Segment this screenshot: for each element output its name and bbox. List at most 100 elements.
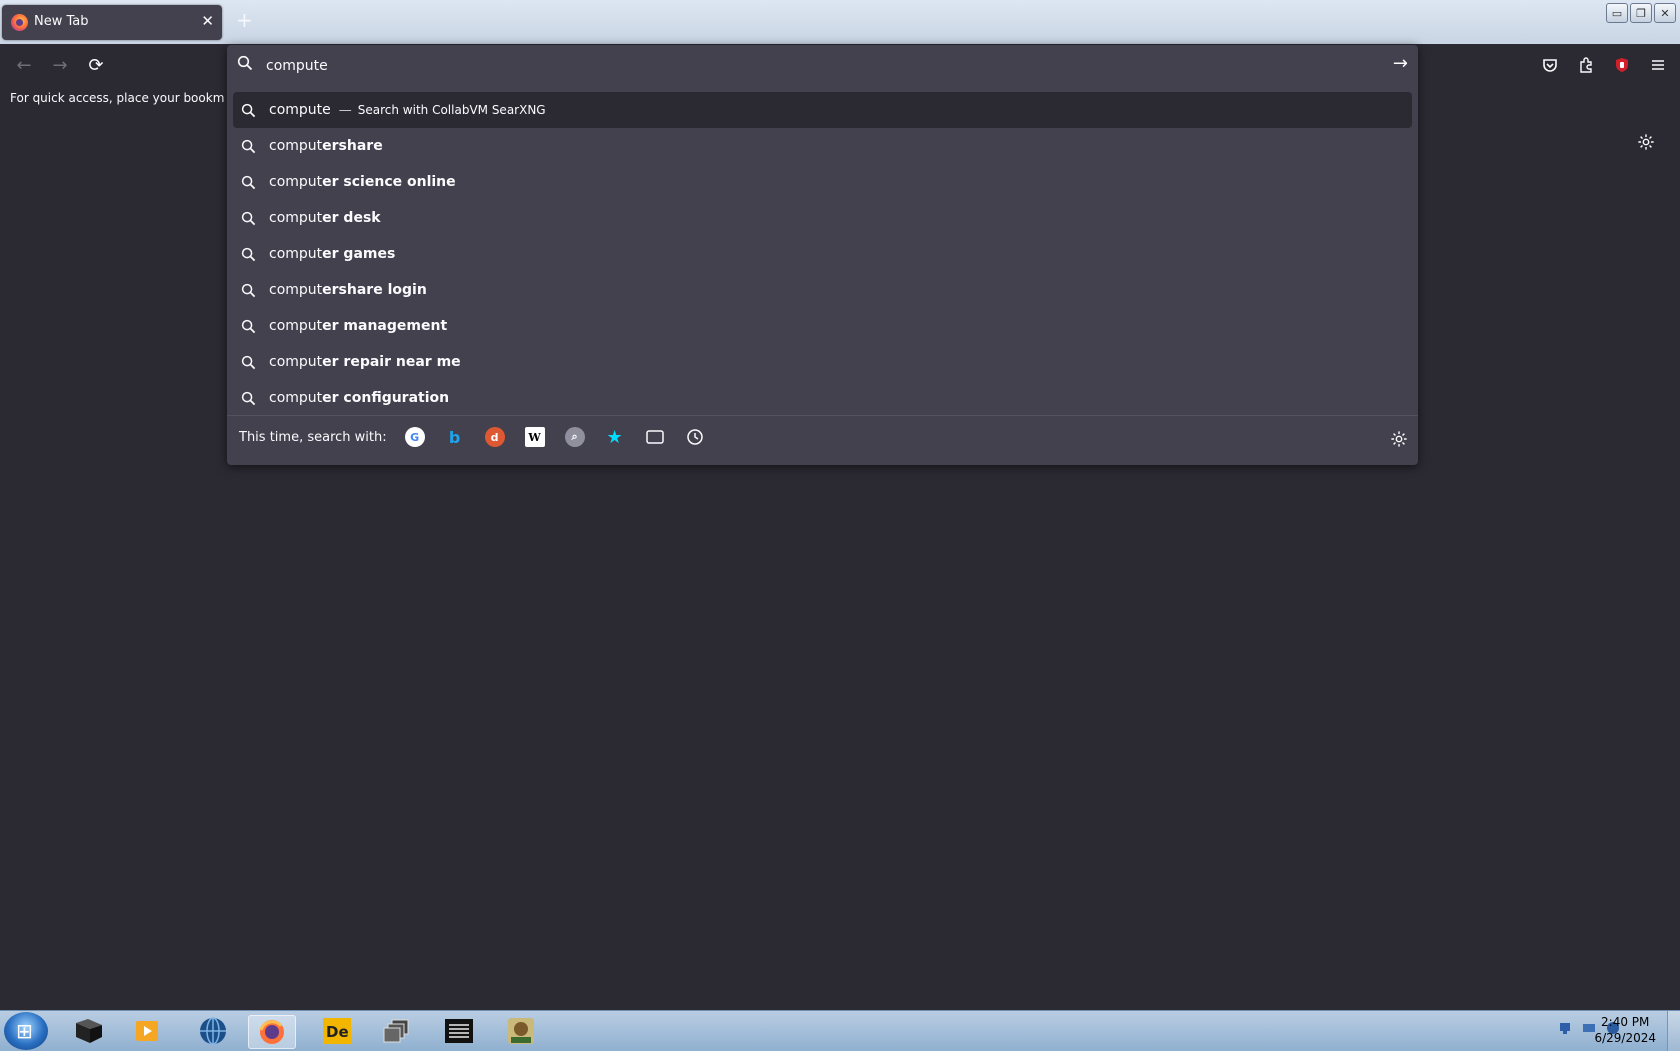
search-with-label: This time, search with:	[239, 429, 387, 445]
suggestion-typed: comput	[269, 246, 323, 262]
urlbar: →	[227, 45, 1418, 85]
ublock-icon[interactable]	[1610, 53, 1634, 77]
search-icon	[241, 175, 259, 190]
search-icon	[241, 247, 259, 262]
bing-icon[interactable]: b	[445, 427, 465, 447]
search-icon	[241, 355, 259, 370]
suggestion-action: Search with CollabVM SearXNG	[357, 103, 546, 117]
suggestion-list: compute — Search with CollabVM SearXNG comp…	[233, 92, 1412, 416]
new-tab-button[interactable]: +	[236, 8, 253, 32]
tab-close-icon[interactable]: ✕	[201, 12, 214, 30]
suggestion-row[interactable]: computershare login	[233, 272, 1412, 308]
search-icon	[241, 391, 259, 406]
search-icon	[241, 283, 259, 298]
taskbar-media-player-icon[interactable]	[124, 1015, 170, 1047]
suggestion-completion: er repair near me	[322, 354, 461, 370]
suggestion-typed: comput	[269, 318, 323, 334]
minimize-button[interactable]: ▭	[1606, 3, 1628, 23]
taskbar-de-app-icon[interactable]: De	[314, 1015, 360, 1047]
toolbar-right	[1538, 53, 1670, 77]
suggestion-row[interactable]: computer repair near me	[233, 344, 1412, 380]
taskbar-globe-icon[interactable]	[190, 1015, 236, 1047]
suggestion-text: computer desk	[269, 210, 381, 226]
bookmarks-toolbar-hint: For quick access, place your bookmarks h	[10, 91, 225, 105]
search-icon	[241, 139, 259, 154]
suggestion-typed: comput	[269, 138, 323, 154]
searxng-icon[interactable]: ⌕	[564, 427, 585, 447]
start-button[interactable]	[4, 1012, 48, 1050]
suggestion-text: computershare login	[269, 282, 427, 298]
firefox-icon	[11, 14, 28, 31]
duckduckgo-icon[interactable]: d	[484, 427, 505, 447]
google-icon[interactable]: G	[404, 427, 425, 447]
tab-new-tab[interactable]: New Tab ✕	[2, 5, 222, 40]
suggestion-text: computershare	[269, 138, 383, 154]
suggestion-typed: comput	[269, 354, 323, 370]
suggestion-typed: comput	[269, 282, 323, 298]
clock-time: 2:40 PM	[1601, 1015, 1650, 1029]
suggestion-text: computer configuration	[269, 390, 449, 406]
suggestion-typed: comput	[269, 174, 323, 190]
page-settings-gear-icon[interactable]	[1637, 132, 1655, 156]
extensions-icon[interactable]	[1574, 53, 1598, 77]
wikipedia-icon[interactable]: W	[524, 427, 545, 447]
tray-network-icon[interactable]	[1558, 1021, 1572, 1039]
window-controls: ▭ ❐ ✕	[1606, 3, 1676, 23]
urlbar-dropdown: → compute—Search with CollabVM SearXNGco…	[227, 45, 1418, 465]
suggestion-completion: er science online	[322, 174, 456, 190]
urlbar-input[interactable]	[264, 55, 1368, 77]
suggestion-row[interactable]: computer science online	[233, 164, 1412, 200]
suggestion-text: compute	[269, 102, 331, 118]
taskbar-windows-icon[interactable]	[374, 1015, 420, 1047]
search-icon	[237, 55, 253, 75]
suggestion-text: computer management	[269, 318, 447, 334]
suggestion-row[interactable]: computershare	[233, 128, 1412, 164]
taskbar-explorer-icon[interactable]	[66, 1015, 112, 1047]
history-icon[interactable]	[685, 427, 705, 447]
taskbar: De 2:40 PM 6/29/2024	[0, 1010, 1680, 1051]
suggestion-text: computer games	[269, 246, 395, 262]
close-window-button[interactable]: ✕	[1654, 3, 1676, 23]
taskbar-notepad-icon[interactable]	[436, 1015, 482, 1047]
suggestion-row[interactable]: computer desk	[233, 200, 1412, 236]
back-button[interactable]: ←	[12, 53, 36, 77]
suggestion-text: computer science online	[269, 174, 456, 190]
reload-button[interactable]: ⟳	[84, 53, 108, 77]
taskbar-clock[interactable]: 2:40 PM 6/29/2024	[1594, 1014, 1656, 1046]
suggestion-typed: comput	[269, 210, 323, 226]
suggestion-row[interactable]: computer configuration	[233, 380, 1412, 416]
clock-date: 6/29/2024	[1594, 1031, 1656, 1045]
taskbar-game-box-icon[interactable]	[498, 1015, 544, 1047]
suggestion-completion: er desk	[322, 210, 381, 226]
search-settings-gear-icon[interactable]	[1390, 430, 1408, 453]
tab-title: New Tab	[34, 14, 89, 29]
suggestion-typed: comput	[269, 390, 323, 406]
search-icon	[241, 103, 259, 118]
forward-button[interactable]: →	[48, 53, 72, 77]
divider	[227, 415, 1418, 416]
tab-strip: New Tab ✕ + ▭ ❐ ✕	[0, 0, 1680, 44]
search-icon	[241, 211, 259, 226]
suggestion-typed: compute	[269, 102, 331, 118]
one-off-search-bar: This time, search with: G b d W ⌕ ★	[239, 427, 725, 448]
maximize-button[interactable]: ❐	[1630, 3, 1652, 23]
suggestion-completion: er games	[322, 246, 396, 262]
suggestion-row[interactable]: compute — Search with CollabVM SearXNG	[233, 92, 1412, 128]
search-icon	[241, 319, 259, 334]
suggestion-row[interactable]: computer games	[233, 236, 1412, 272]
tabs-icon[interactable]	[645, 427, 665, 447]
menu-icon[interactable]	[1646, 53, 1670, 77]
svg-text:De: De	[326, 1023, 349, 1041]
taskbar-firefox-icon[interactable]	[248, 1015, 296, 1049]
suggestion-text: computer repair near me	[269, 354, 461, 370]
bookmarks-icon[interactable]: ★	[605, 427, 625, 448]
suggestion-separator: —	[338, 102, 352, 118]
suggestion-completion: er management	[322, 318, 448, 334]
suggestion-completion: ershare login	[322, 282, 427, 298]
suggestion-completion: ershare	[322, 138, 383, 154]
suggestion-row[interactable]: computer management	[233, 308, 1412, 344]
go-arrow-icon[interactable]: →	[1393, 53, 1408, 74]
suggestion-completion: er configuration	[322, 390, 450, 406]
show-desktop-button[interactable]	[1667, 1011, 1680, 1051]
pocket-icon[interactable]	[1538, 53, 1562, 77]
